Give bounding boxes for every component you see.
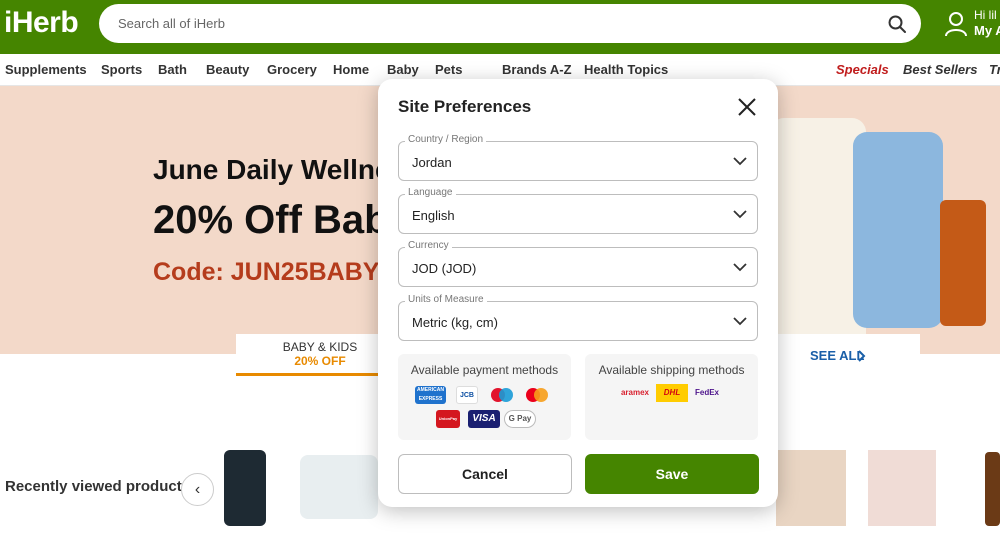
fedex-icon: FedEx	[694, 388, 719, 397]
language-select[interactable]: Language English	[398, 187, 758, 234]
visa-icon: VISA	[468, 410, 500, 428]
units-value: Metric (kg, cm)	[412, 315, 498, 330]
amex-icon: AMERICAN EXPRESS	[415, 386, 446, 404]
maestro-icon	[491, 388, 513, 402]
language-value: English	[412, 208, 455, 223]
country-select[interactable]: Country / Region Jordan	[398, 134, 758, 181]
dhl-icon: DHL	[656, 384, 688, 402]
google-pay-icon: G Pay	[504, 410, 536, 428]
units-select[interactable]: Units of Measure Metric (kg, cm)	[398, 294, 758, 341]
modal-title: Site Preferences	[398, 97, 532, 116]
payment-methods-panel: Available payment methods AMERICAN EXPRE…	[398, 354, 571, 440]
site-preferences-modal: Site Preferences Country / Region Jordan…	[378, 79, 778, 507]
chevron-down-icon	[733, 210, 747, 219]
save-button[interactable]: Save	[585, 454, 759, 494]
jcb-icon: JCB	[456, 386, 478, 404]
close-icon[interactable]	[737, 97, 757, 117]
aramex-icon: aramex	[620, 388, 650, 397]
unionpay-icon: UnionPay	[436, 410, 460, 428]
country-value: Jordan	[412, 155, 452, 170]
chevron-down-icon	[733, 157, 747, 166]
units-label: Units of Measure	[405, 294, 487, 305]
country-label: Country / Region	[405, 134, 487, 145]
cancel-button[interactable]: Cancel	[398, 454, 572, 494]
shipping-methods-panel: Available shipping methods aramex DHL Fe…	[585, 354, 758, 440]
currency-value: JOD (JOD)	[412, 261, 477, 276]
shipping-methods-title: Available shipping methods	[598, 363, 745, 377]
chevron-down-icon	[733, 263, 747, 272]
currency-label: Currency	[405, 240, 452, 251]
payment-methods-title: Available payment methods	[410, 363, 559, 377]
currency-select[interactable]: Currency JOD (JOD)	[398, 240, 758, 287]
language-label: Language	[405, 187, 456, 198]
mastercard-icon	[526, 388, 548, 402]
chevron-down-icon	[733, 317, 747, 326]
